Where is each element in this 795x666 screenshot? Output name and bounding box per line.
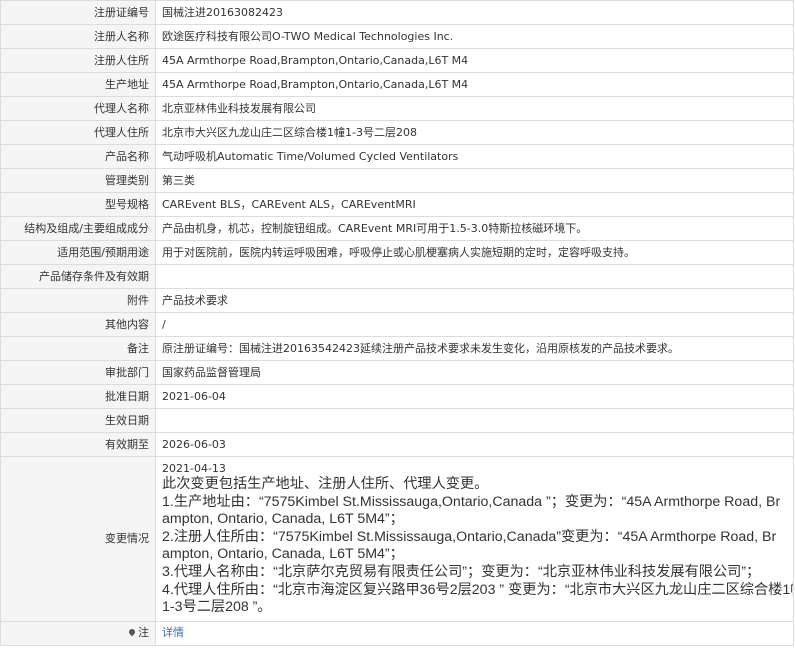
row-label: 批准日期	[0, 384, 156, 409]
changes-line: 此次变更包括生产地址、注册人住所、代理人变更。	[162, 476, 489, 492]
table-row: 结构及组成/主要组成成分 产品由机身，机芯，控制旋钮组成。CAREvent MRI…	[0, 216, 794, 241]
changes-line: 2.注册人住所由：“7575Kimbel St.Mississauga,Onta…	[162, 528, 777, 545]
row-value: 产品由机身，机芯，控制旋钮组成。CAREvent MRI可用于1.5-3.0特斯…	[155, 216, 794, 241]
row-label: 注册证编号	[0, 0, 156, 25]
row-label: 产品储存条件及有效期	[0, 264, 156, 289]
changes-line: 1.生产地址由：“7575Kimbel St.Mississauga,Ontar…	[162, 493, 781, 510]
table-row: 生效日期	[0, 408, 794, 433]
table-row: 审批部门 国家药品监督管理局	[0, 360, 794, 385]
table-row: 批准日期 2021-06-04	[0, 384, 794, 409]
table-row: 有效期至 2026-06-03	[0, 432, 794, 457]
note-label: 注	[138, 626, 149, 640]
table-row: 注册人名称 欧途医疗科技有限公司O-TWO Medical Technologie…	[0, 24, 794, 49]
table-row: 适用范围/预期用途 用于对医院前，医院内转运呼吸困难，呼吸停止或心肌梗塞病人实施短…	[0, 240, 794, 265]
changes-date: 2021-04-13	[162, 462, 226, 475]
table-row: 附件 产品技术要求	[0, 288, 794, 313]
row-value: CAREvent BLS，CAREvent ALS，CAREventMRI	[155, 192, 794, 217]
row-label: 结构及组成/主要组成成分	[0, 216, 156, 241]
table-row: 代理人住所 北京市大兴区九龙山庄二区综合楼1幢1-3号二层208	[0, 120, 794, 145]
row-value	[155, 264, 794, 289]
table-row: 代理人名称 北京亚林伟业科技发展有限公司	[0, 96, 794, 121]
row-value: 欧途医疗科技有限公司O-TWO Medical Technologies Inc…	[155, 24, 794, 49]
row-label: 产品名称	[0, 144, 156, 169]
table-row: 产品名称 气动呼吸机Automatic Time/Volumed Cycled V…	[0, 144, 794, 169]
details-link[interactable]: 详情	[162, 626, 184, 639]
row-label: 审批部门	[0, 360, 156, 385]
row-value: 国家药品监督管理局	[155, 360, 794, 385]
row-label: 生效日期	[0, 408, 156, 433]
row-value: 产品技术要求	[155, 288, 794, 313]
row-value: 用于对医院前，医院内转运呼吸困难，呼吸停止或心肌梗塞病人实施短期的定时，定容呼吸…	[155, 240, 794, 265]
detail-rows: 注册证编号 国械注进20163082423 注册人名称 欧途医疗科技有限公司O-TW…	[0, 0, 794, 646]
row-label: 注册人住所	[0, 48, 156, 73]
row-value: 2026-06-03	[155, 432, 794, 457]
changes-line: 3.代理人名称由：“北京萨尔克贸易有限责任公司”；变更为：“北京亚林伟业科技发展…	[162, 563, 761, 580]
row-label: 代理人住所	[0, 120, 156, 145]
pin-icon	[127, 628, 137, 637]
table-row: 产品储存条件及有效期	[0, 264, 794, 289]
row-value	[155, 408, 794, 433]
row-value: 北京市大兴区九龙山庄二区综合楼1幢1-3号二层208	[155, 120, 794, 145]
changes-line: ampton, Ontario, Canada, L6T 5M4”；	[162, 511, 404, 528]
changes-row: 变更情况 2021-04-13 此次变更包括生产地址、注册人住所、代理人变更。 …	[0, 456, 794, 622]
table-row: 注册人住所 45A Armthorpe Road,Brampton,Ontario…	[0, 48, 794, 73]
note-row: 注 详情	[0, 620, 794, 646]
row-value: 北京亚林伟业科技发展有限公司	[155, 96, 794, 121]
row-value: 45A Armthorpe Road,Brampton,Ontario,Cana…	[155, 72, 794, 97]
row-value: /	[155, 312, 794, 337]
table-row: 型号规格 CAREvent BLS，CAREvent ALS，CAREventMR…	[0, 192, 794, 217]
row-label: 有效期至	[0, 432, 156, 457]
row-label: 型号规格	[0, 192, 156, 217]
row-label: 管理类别	[0, 168, 156, 193]
row-label: 生产地址	[0, 72, 156, 97]
changes-line: 4.代理人住所由：“北京市海淀区复兴路甲36号2层203 ” 变更为：“北京市大…	[162, 581, 794, 598]
changes-line: ampton, Ontario, Canada, L6T 5M4”；	[162, 546, 404, 563]
changes-label: 变更情况	[0, 456, 156, 622]
table-row: 其他内容 /	[0, 312, 794, 337]
table-row: 生产地址 45A Armthorpe Road,Brampton,Ontario,…	[0, 72, 794, 97]
table-row: 管理类别 第三类	[0, 168, 794, 193]
table-row: 注册证编号 国械注进20163082423	[0, 0, 794, 25]
registration-detail-table: 注册证编号 国械注进20163082423 注册人名称 欧途医疗科技有限公司O-TW…	[0, 0, 794, 646]
row-label: 其他内容	[0, 312, 156, 337]
row-value: 2021-06-04	[155, 384, 794, 409]
row-value: 气动呼吸机Automatic Time/Volumed Cycled Venti…	[155, 144, 794, 169]
row-label: 适用范围/预期用途	[0, 240, 156, 265]
row-label: 注册人名称	[0, 24, 156, 49]
row-label: 备注	[0, 336, 156, 361]
row-value: 国械注进20163082423	[155, 0, 794, 25]
changes-content: 2021-04-13 此次变更包括生产地址、注册人住所、代理人变更。 1.生产地…	[155, 456, 794, 622]
row-label: 附件	[0, 288, 156, 313]
row-value: 原注册证编号：国械注进20163542423延续注册产品技术要求未发生变化，沿用…	[155, 336, 794, 361]
row-value: 第三类	[155, 168, 794, 193]
table-row: 备注 原注册证编号：国械注进20163542423延续注册产品技术要求未发生变化，…	[0, 336, 794, 361]
row-label: 代理人名称	[0, 96, 156, 121]
changes-line: 1-3号二层208 ”。	[162, 599, 272, 616]
row-value: 45A Armthorpe Road,Brampton,Ontario,Cana…	[155, 48, 794, 73]
note-label-cell: 注	[0, 620, 156, 646]
note-value-cell: 详情	[155, 620, 794, 646]
